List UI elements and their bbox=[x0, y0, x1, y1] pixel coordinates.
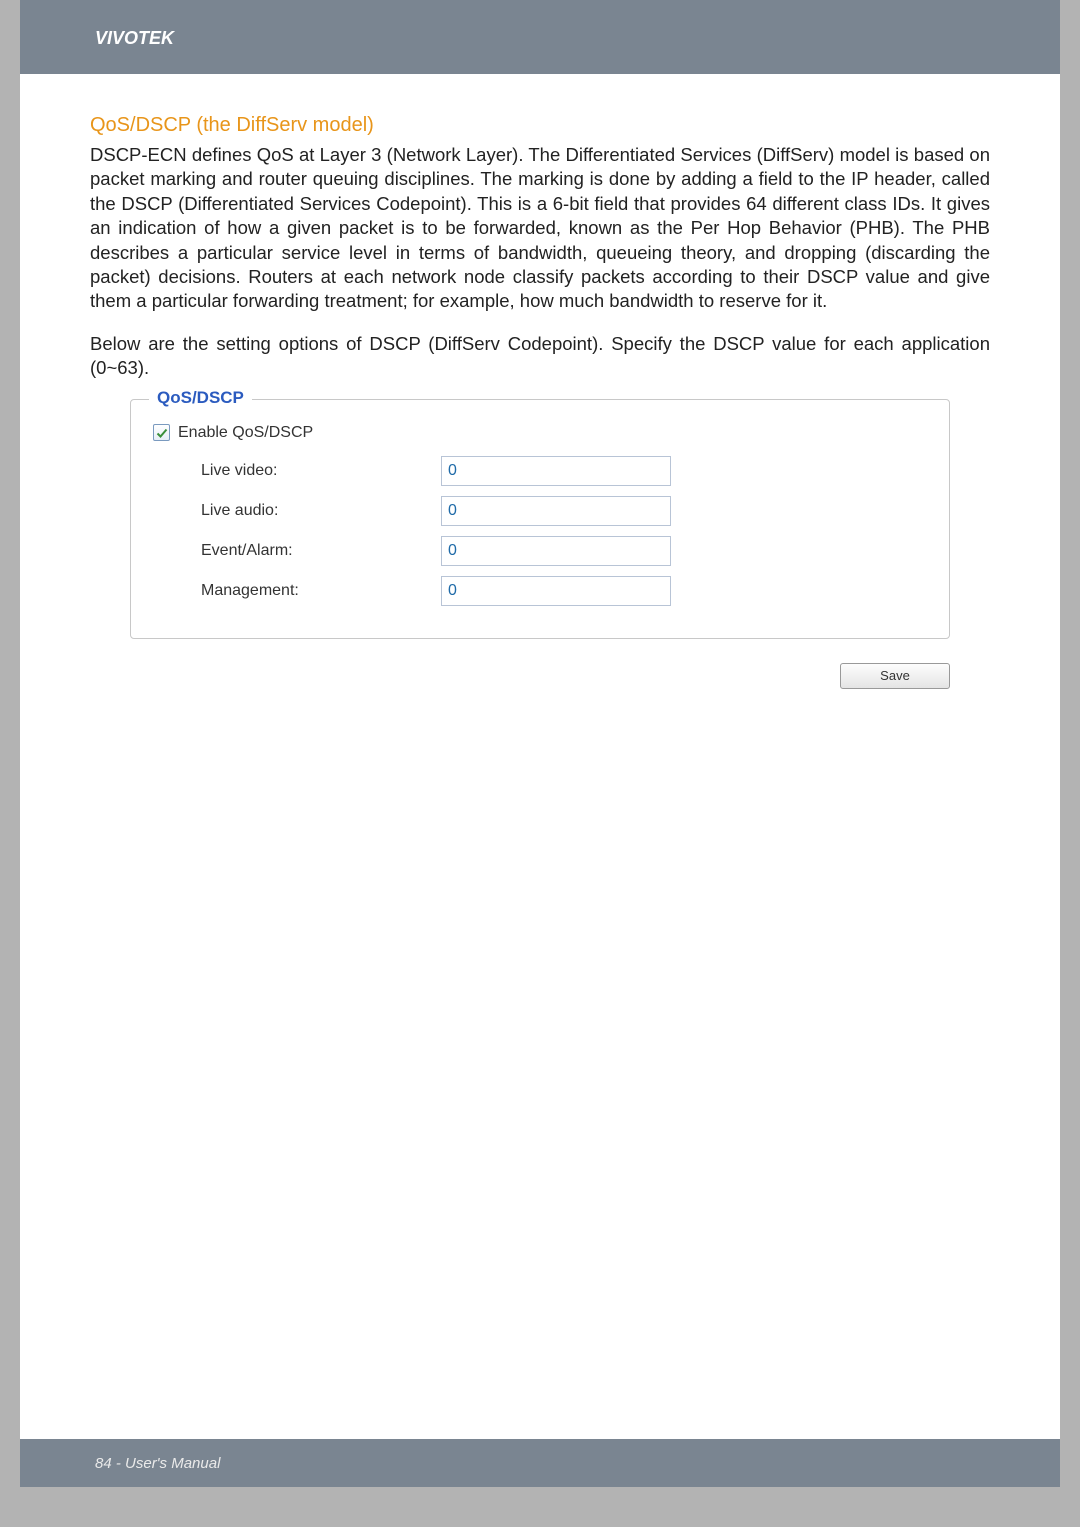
field-row-live-video: Live video: 0 bbox=[201, 456, 927, 486]
field-row-event-alarm: Event/Alarm: 0 bbox=[201, 536, 927, 566]
field-row-live-audio: Live audio: 0 bbox=[201, 496, 927, 526]
field-row-management: Management: 0 bbox=[201, 576, 927, 606]
live-audio-input[interactable]: 0 bbox=[441, 496, 671, 526]
page: VIVOTEK QoS/DSCP (the DiffServ model) DS… bbox=[20, 0, 1060, 1487]
save-button[interactable]: Save bbox=[840, 663, 950, 689]
content-area: QoS/DSCP (the DiffServ model) DSCP-ECN d… bbox=[20, 74, 1060, 709]
event-alarm-input[interactable]: 0 bbox=[441, 536, 671, 566]
paragraph-1: DSCP-ECN defines QoS at Layer 3 (Network… bbox=[90, 143, 990, 314]
live-video-input[interactable]: 0 bbox=[441, 456, 671, 486]
footer-text: 84 - User's Manual bbox=[95, 1455, 220, 1472]
section-heading: QoS/DSCP (the DiffServ model) bbox=[90, 114, 990, 137]
save-button-row: Save bbox=[90, 663, 950, 689]
paragraph-2: Below are the setting options of DSCP (D… bbox=[90, 332, 990, 381]
header-brand: VIVOTEK bbox=[95, 28, 174, 49]
enable-qos-checkbox[interactable] bbox=[153, 424, 170, 441]
header-band: VIVOTEK bbox=[20, 0, 1060, 74]
fieldset-legend: QoS/DSCP bbox=[149, 388, 252, 408]
live-audio-label: Live audio: bbox=[201, 502, 441, 520]
management-input[interactable]: 0 bbox=[441, 576, 671, 606]
footer-band: 84 - User's Manual bbox=[20, 1439, 1060, 1487]
check-icon bbox=[156, 427, 168, 439]
qos-dscp-fieldset: QoS/DSCP Enable QoS/DSCP Live video: 0 L… bbox=[130, 399, 950, 639]
event-alarm-label: Event/Alarm: bbox=[201, 542, 441, 560]
live-video-label: Live video: bbox=[201, 462, 441, 480]
management-label: Management: bbox=[201, 582, 441, 600]
enable-qos-label: Enable QoS/DSCP bbox=[178, 424, 313, 442]
enable-qos-checkbox-row: Enable QoS/DSCP bbox=[153, 424, 927, 442]
